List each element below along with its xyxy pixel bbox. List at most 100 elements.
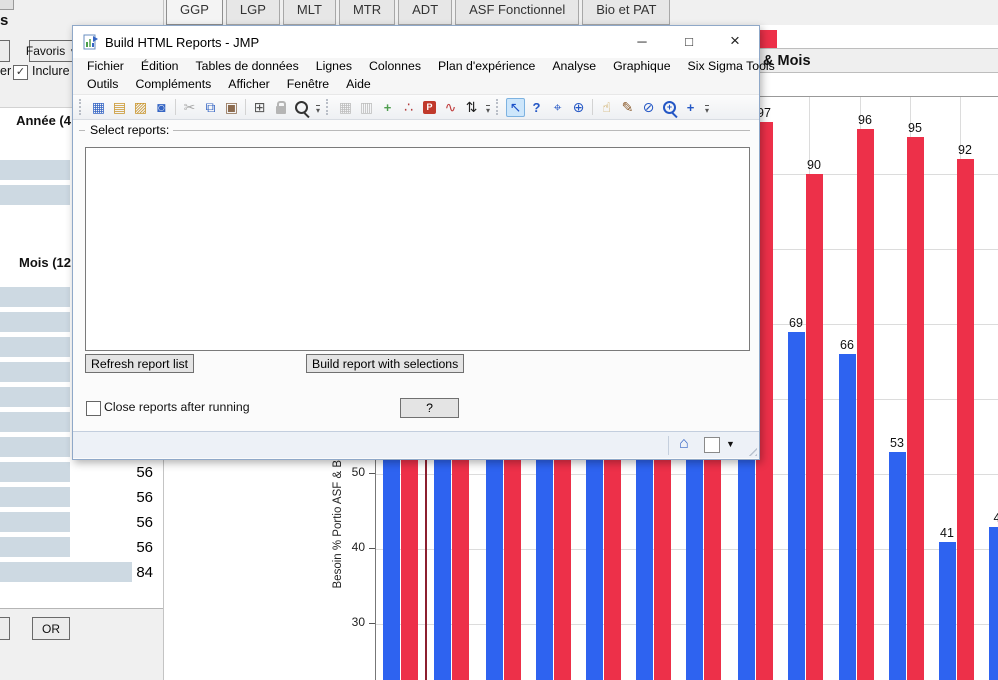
menu-lignes[interactable]: Lignes [316, 59, 352, 73]
inclure-checkbox[interactable]: ✓ [13, 65, 28, 80]
filter-row-bar[interactable] [0, 160, 70, 180]
columns-icon[interactable]: ▥ [357, 98, 376, 117]
tab-asf-fonctionnel[interactable]: ASF Fonctionnel [455, 0, 580, 25]
menu--dition[interactable]: Édition [141, 59, 179, 73]
pattern-icon[interactable]: ∴ [399, 98, 418, 117]
filter-row-bar[interactable] [0, 487, 70, 507]
filter-row-bar[interactable] [0, 185, 70, 205]
journal-icon[interactable]: ∿ [441, 98, 460, 117]
filter-row-bar[interactable] [0, 287, 70, 307]
add-graph-icon[interactable]: + [378, 98, 397, 117]
cut-icon[interactable]: ✂ [180, 98, 199, 117]
report-listbox[interactable] [85, 147, 750, 351]
tab-adt[interactable]: ADT [398, 0, 453, 25]
brush-icon[interactable]: ✎ [618, 98, 637, 117]
crosshair-plus-icon[interactable]: + [681, 98, 700, 117]
help-button[interactable]: ? [400, 398, 459, 418]
y-tick-label: 50 [351, 465, 365, 479]
clipped-label: er [0, 64, 12, 78]
help-icon[interactable]: ? [527, 98, 546, 117]
open-icon[interactable]: ▨ [131, 98, 150, 117]
filter-row-count: 56 [136, 489, 153, 506]
preferences-icon[interactable]: ⊞ [250, 98, 269, 117]
globe-crosshair-icon[interactable]: ⊕ [569, 98, 588, 117]
menu-six-sigma-tools[interactable]: Six Sigma Tools [688, 59, 775, 73]
bar-value-label: 96 [858, 113, 872, 127]
minimize-button[interactable]: ─ [630, 31, 654, 51]
ppt-glyph: P [423, 100, 437, 114]
menu-aide[interactable]: Aide [346, 77, 371, 91]
partial-button[interactable] [0, 40, 10, 62]
menu-outils[interactable]: Outils [87, 77, 118, 91]
home-icon[interactable]: ⌂ [679, 435, 689, 453]
menu-tables-de-donn-es[interactable]: Tables de données [196, 59, 299, 73]
tab-bio-et-pat[interactable]: Bio et PAT [582, 0, 671, 25]
partial-icon [0, 0, 14, 10]
filter-row-bar[interactable] [0, 537, 70, 557]
new-data-table-icon[interactable]: ▦ [89, 98, 108, 117]
menu-row-1: Fichier Édition Tables de données Lignes Col… [87, 59, 775, 73]
sort-icon[interactable]: ⇅ [462, 98, 481, 117]
menu-compl-ments[interactable]: Compléments [135, 77, 211, 91]
filter-row-bar[interactable] [0, 362, 70, 382]
powerpoint-export-icon[interactable]: P [420, 98, 439, 117]
toolbar-overflow-icon[interactable]: ▾ [486, 105, 491, 115]
close-button[interactable]: × [723, 31, 747, 51]
filter-row-bar[interactable] [0, 437, 70, 457]
filter-row-bar[interactable] [0, 337, 70, 357]
filter-row-bar[interactable] [0, 312, 70, 332]
filter-row-bar[interactable] [0, 512, 70, 532]
copy-icon[interactable]: ⧉ [201, 98, 220, 117]
red-bar[interactable] [806, 174, 823, 680]
grabber-hand-icon[interactable]: ☝ [597, 98, 616, 117]
blue-bar[interactable] [889, 451, 906, 680]
red-bar[interactable] [857, 129, 874, 680]
blue-bar[interactable] [788, 331, 805, 680]
tab-ggp[interactable]: GGP [166, 0, 223, 25]
paste-icon[interactable]: ▣ [222, 98, 241, 117]
filter-row-bar[interactable] [0, 562, 132, 582]
save-icon[interactable]: ◙ [152, 98, 171, 117]
menu-graphique[interactable]: Graphique [613, 59, 670, 73]
lasso-icon[interactable]: ⊘ [639, 98, 658, 117]
filter-row-bar[interactable] [0, 412, 70, 432]
refresh-report-list-button[interactable]: Refresh report list [85, 354, 195, 373]
statusbar-checkbox[interactable] [704, 437, 720, 453]
red-bar[interactable] [907, 136, 924, 680]
maximize-button[interactable]: □ [677, 31, 701, 51]
arrow-cursor-icon[interactable]: ↖ [506, 97, 526, 117]
resize-grip[interactable] [745, 444, 757, 456]
dropdown-caret-icon[interactable]: ▼ [726, 439, 735, 449]
menu-plan-d-exp-rience[interactable]: Plan d'expérience [438, 59, 535, 73]
new-script-icon[interactable]: ▤ [110, 98, 129, 117]
magnifier-zoom-icon[interactable] [660, 98, 679, 117]
menu-fichier[interactable]: Fichier [87, 59, 124, 73]
divider [668, 436, 669, 455]
or-button[interactable]: OR [32, 617, 70, 640]
tab-mlt[interactable]: MLT [282, 0, 336, 25]
red-bar[interactable] [957, 159, 974, 680]
tab-lgp[interactable]: LGP [225, 0, 280, 25]
filter-row-bar[interactable] [0, 462, 70, 482]
tab-mtr[interactable]: MTR [338, 0, 396, 25]
search-icon[interactable] [292, 98, 311, 117]
dialog-titlebar: Build HTML Reports - JMP ─ □ × [73, 26, 759, 58]
toolbar-overflow-icon[interactable]: ▾ [705, 105, 710, 115]
lock-icon[interactable] [271, 98, 290, 117]
blue-bar[interactable] [839, 354, 856, 680]
groupbox-line [173, 130, 750, 131]
menu-afficher[interactable]: Afficher [228, 77, 269, 91]
menu-colonnes[interactable]: Colonnes [369, 59, 421, 73]
data-table-icon[interactable]: ▦ [336, 98, 355, 117]
move-tool-icon[interactable]: ⌖ [548, 98, 567, 117]
favoris-dropdown[interactable]: Favoris ▼ [26, 40, 77, 62]
blue-bar[interactable] [989, 526, 998, 680]
close-reports-checkbox[interactable] [86, 401, 101, 416]
toolbar-overflow-icon[interactable]: ▾ [316, 105, 321, 115]
blue-bar[interactable] [939, 541, 956, 680]
build-report-button[interactable]: Build report with selections [306, 354, 465, 373]
filter-row-bar[interactable] [0, 387, 70, 407]
partial-button[interactable] [0, 617, 10, 640]
menu-fen-tre[interactable]: Fenêtre [287, 77, 329, 91]
menu-analyse[interactable]: Analyse [552, 59, 596, 73]
